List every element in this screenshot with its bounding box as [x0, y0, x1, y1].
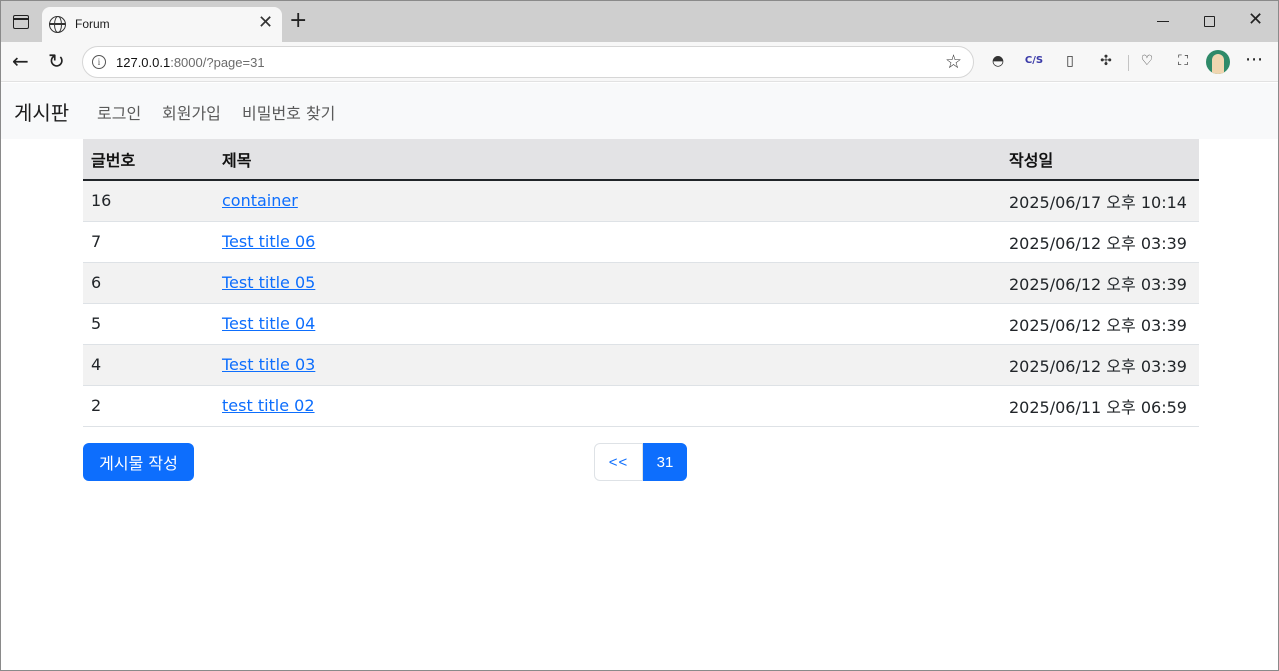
url-text[interactable]: 127.0.0.1:8000/?page=31: [116, 55, 265, 70]
puzzle-extensions-icon[interactable]: ✣: [1095, 51, 1117, 71]
post-title-cell: Test title 04: [214, 303, 1001, 345]
heart-pulse-icon[interactable]: ♡: [1136, 51, 1158, 71]
table-row: 7 Test title 06 2025/06/12 오후 03:39: [83, 221, 1199, 263]
table-row: 2 test title 02 2025/06/11 오후 06:59: [83, 385, 1199, 427]
post-title-link[interactable]: test title 02: [222, 396, 315, 415]
browser-toolbar: ← ↻ i 127.0.0.1:8000/?page=31 ☆ ◓ C/S ▯ …: [1, 42, 1278, 82]
write-post-button[interactable]: 게시물 작성: [83, 443, 194, 481]
nav-link-login[interactable]: 로그인: [97, 100, 141, 124]
post-date: 2025/06/17 오후 10:14: [1001, 180, 1199, 222]
post-title-cell: Test title 03: [214, 344, 1001, 386]
reload-icon[interactable]: ↻: [48, 50, 65, 72]
post-title-cell: Test title 05: [214, 262, 1001, 304]
post-date: 2025/06/12 오후 03:39: [1001, 221, 1199, 263]
window-close-icon[interactable]: ✕: [1248, 11, 1263, 29]
site-navbar: 게시판 로그인 회원가입 비밀번호 찾기: [1, 83, 1278, 139]
post-number: 6: [83, 262, 214, 304]
screenshot-icon[interactable]: ⛶: [1172, 51, 1194, 71]
post-date: 2025/06/11 오후 06:59: [1001, 385, 1199, 427]
post-title-link[interactable]: Test title 05: [222, 273, 315, 292]
post-date: 2025/06/12 오후 03:39: [1001, 262, 1199, 304]
address-bar[interactable]: i 127.0.0.1:8000/?page=31 ☆: [82, 46, 974, 78]
header-created-date: 작성일: [1001, 139, 1199, 181]
toolbar-divider: [1128, 55, 1129, 71]
cs-extension-icon[interactable]: C/S: [1023, 51, 1045, 71]
header-post-number: 글번호: [83, 139, 214, 181]
post-number: 4: [83, 344, 214, 386]
post-number: 16: [83, 180, 214, 222]
browser-tab[interactable]: Forum ✕: [42, 7, 282, 42]
minimize-icon[interactable]: [1157, 21, 1169, 22]
table-row: 6 Test title 05 2025/06/12 오후 03:39: [83, 262, 1199, 304]
profile-avatar[interactable]: [1206, 50, 1230, 74]
site-brand[interactable]: 게시판: [14, 97, 69, 126]
header-title: 제목: [214, 139, 1001, 181]
nav-link-find-password[interactable]: 비밀번호 찾기: [242, 100, 335, 124]
browser-tab-strip: Forum ✕ + ✕: [1, 1, 1278, 42]
favorite-star-icon[interactable]: ☆: [945, 51, 962, 73]
window-menu-icon[interactable]: [13, 15, 29, 29]
post-title-cell: test title 02: [214, 385, 1001, 427]
globe-icon: [49, 16, 66, 33]
maximize-icon[interactable]: [1204, 16, 1215, 27]
table-row: 4 Test title 03 2025/06/12 오후 03:39: [83, 344, 1199, 386]
new-tab-icon[interactable]: +: [289, 10, 307, 32]
post-title-link[interactable]: Test title 03: [222, 355, 315, 374]
tab-title: Forum: [75, 17, 110, 31]
post-number: 5: [83, 303, 214, 345]
site-info-icon[interactable]: i: [92, 55, 106, 69]
post-title-link[interactable]: container: [222, 191, 298, 210]
table-row: 5 Test title 04 2025/06/12 오후 03:39: [83, 303, 1199, 345]
table-row: 16 container 2025/06/17 오후 10:14: [83, 180, 1199, 222]
nav-link-signup[interactable]: 회원가입: [162, 100, 221, 124]
battery-extension-icon[interactable]: ▯: [1059, 51, 1081, 71]
post-number: 2: [83, 385, 214, 427]
posts-table: 글번호 제목 작성일 16 container 2025/06/17 오후 10…: [83, 139, 1199, 427]
pagination-prev-button[interactable]: <<: [594, 443, 643, 481]
post-date: 2025/06/12 오후 03:39: [1001, 303, 1199, 345]
post-title-cell: container: [214, 180, 1001, 222]
post-date: 2025/06/12 오후 03:39: [1001, 344, 1199, 386]
more-menu-icon[interactable]: ⋯: [1245, 50, 1263, 70]
back-arrow-icon[interactable]: ←: [12, 50, 29, 72]
pagination-current-page[interactable]: 31: [643, 443, 687, 481]
pagination: << 31: [594, 443, 687, 481]
post-title-link[interactable]: Test title 04: [222, 314, 315, 333]
post-number: 7: [83, 221, 214, 263]
incognito-extension-icon[interactable]: ◓: [987, 51, 1009, 71]
table-header-row: 글번호 제목 작성일: [83, 139, 1199, 181]
close-tab-icon[interactable]: ✕: [258, 13, 273, 33]
post-title-link[interactable]: Test title 06: [222, 232, 315, 251]
post-title-cell: Test title 06: [214, 221, 1001, 263]
